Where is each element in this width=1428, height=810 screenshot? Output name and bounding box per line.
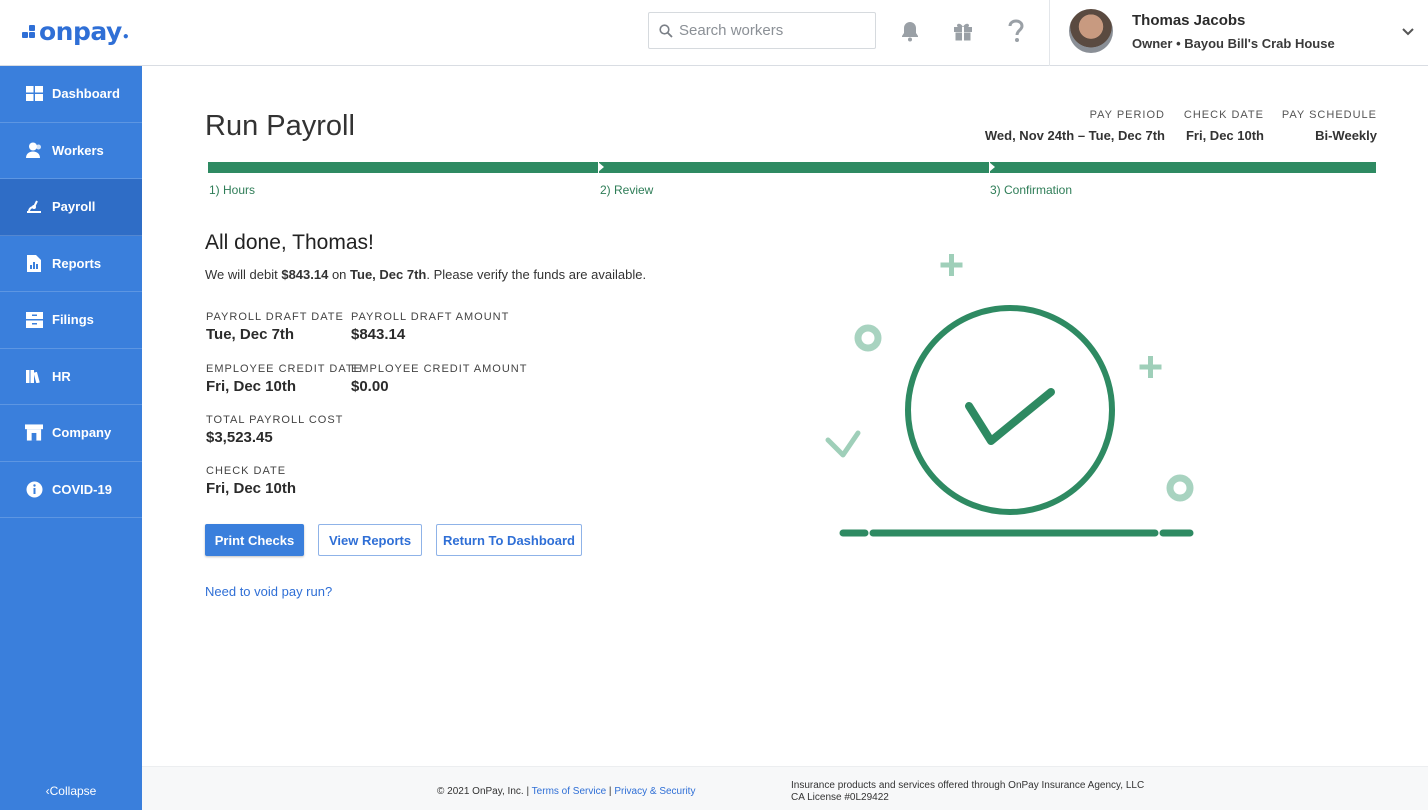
- workers-icon: [25, 141, 43, 159]
- print-checks-button[interactable]: Print Checks: [205, 524, 304, 556]
- collapse-label: Collapse: [49, 784, 97, 798]
- check-date-label: CHECK DATE: [1183, 109, 1264, 121]
- terms-of-service-link[interactable]: Terms of Service: [532, 786, 606, 797]
- sidebar-item-label: COVID-19: [52, 481, 112, 497]
- payroll-draft-date: PAYROLL DRAFT DATE Tue, Dec 7th: [206, 311, 344, 343]
- main-content: Run Payroll PAY PERIOD Wed, Nov 24th – T…: [142, 66, 1428, 766]
- sidebar-item-label: Reports: [52, 255, 102, 271]
- payroll-draft-amount: PAYROLL DRAFT AMOUNT $843.14: [351, 311, 510, 343]
- check-date-value: Fri, Dec 10th: [1185, 128, 1264, 143]
- footer-copyright: © 2021 OnPay, Inc. | Terms of Service | …: [437, 786, 696, 797]
- employee-credit-amount: EMPLOYEE CREDIT AMOUNT $0.00: [351, 363, 528, 395]
- pay-schedule-label: PAY SCHEDULE: [1281, 109, 1377, 121]
- void-pay-run-link[interactable]: Need to void pay run?: [205, 584, 332, 599]
- step-separator: [598, 162, 604, 172]
- search-box[interactable]: [648, 12, 876, 49]
- avatar[interactable]: [1069, 9, 1113, 53]
- progress-stepper: [208, 162, 1376, 173]
- collapse-button[interactable]: ‹Collapse: [0, 784, 142, 798]
- check-icon: [965, 388, 1055, 445]
- step-label-confirmation: 3) Confirmation: [990, 183, 1073, 197]
- pay-period-value: Wed, Nov 24th – Tue, Dec 7th: [984, 128, 1165, 143]
- sidebar-item-filings[interactable]: Filings: [0, 292, 142, 349]
- debit-amount: $843.14: [281, 267, 329, 282]
- employee-credit-date: EMPLOYEE CREDIT DATE Fri, Dec 10th: [206, 363, 362, 395]
- hr-icon: [25, 367, 43, 385]
- bell-icon[interactable]: [897, 18, 923, 44]
- search-input[interactable]: [679, 22, 859, 39]
- filings-icon: [25, 311, 43, 329]
- view-reports-button[interactable]: View Reports: [318, 524, 422, 556]
- sidebar: Dashboard Workers Payroll Reports Filing…: [0, 66, 142, 810]
- check-date-field: CHECK DATE Fri, Dec 10th: [206, 465, 297, 497]
- reports-icon: [25, 254, 43, 272]
- progress-step-review: [599, 162, 989, 173]
- search-icon: [659, 23, 673, 38]
- pay-period-block: PAY PERIOD Wed, Nov 24th – Tue, Dec 7th: [985, 109, 1165, 143]
- payroll-icon: [25, 198, 43, 216]
- check-date-block: CHECK DATE Fri, Dec 10th: [1184, 109, 1264, 143]
- ring-decoration: [1166, 474, 1194, 502]
- user-name: Thomas Jacobs: [1132, 12, 1246, 29]
- small-check-icon: [825, 430, 861, 458]
- header-divider: [1049, 0, 1050, 66]
- plus-icon: [940, 254, 963, 276]
- page-title: Run Payroll: [205, 110, 355, 142]
- top-header: onpay ● Thomas Jacobs Owner • Bayou Bill…: [0, 0, 1428, 66]
- step-separator: [989, 162, 995, 172]
- sidebar-item-workers[interactable]: Workers: [0, 123, 142, 179]
- logo-dot: ●: [122, 31, 129, 42]
- footer: © 2021 OnPay, Inc. | Terms of Service | …: [142, 766, 1428, 810]
- debit-date: Tue, Dec 7th: [350, 267, 427, 282]
- sidebar-item-hr[interactable]: HR: [0, 349, 142, 405]
- company-icon: [25, 424, 43, 442]
- total-payroll-cost: TOTAL PAYROLL COST $3,523.45: [206, 414, 344, 446]
- insurance-disclaimer: Insurance products and services offered …: [791, 780, 1145, 803]
- sidebar-item-payroll[interactable]: Payroll: [0, 179, 142, 236]
- pay-schedule-block: PAY SCHEDULE Bi-Weekly: [1282, 109, 1377, 143]
- sidebar-item-label: Filings: [52, 312, 94, 328]
- sidebar-item-reports[interactable]: Reports: [0, 236, 142, 292]
- sidebar-item-label: Company: [52, 425, 112, 441]
- check-circle: [905, 305, 1115, 515]
- step-label-review: 2) Review: [600, 183, 654, 197]
- sidebar-item-company[interactable]: Company: [0, 405, 142, 462]
- chevron-down-icon[interactable]: [1398, 22, 1418, 42]
- info-icon: [25, 480, 43, 498]
- help-icon[interactable]: [1003, 18, 1029, 44]
- ring-decoration: [854, 324, 882, 352]
- done-heading: All done, Thomas!: [205, 231, 374, 254]
- logo-mark-icon: [22, 24, 36, 39]
- debit-message: We will debit $843.14 on Tue, Dec 7th. P…: [205, 267, 647, 282]
- sidebar-item-label: Workers: [52, 142, 104, 158]
- privacy-security-link[interactable]: Privacy & Security: [614, 786, 695, 797]
- progress-step-hours: [208, 162, 598, 173]
- pay-schedule-value: Bi-Weekly: [1315, 128, 1377, 143]
- success-checkmark-illustration: [825, 254, 1194, 537]
- dashboard-icon: [25, 85, 43, 103]
- sidebar-item-label: HR: [52, 368, 71, 384]
- sidebar-item-dashboard[interactable]: Dashboard: [0, 66, 142, 123]
- user-role: Owner • Bayou Bill's Crab House: [1132, 36, 1335, 51]
- sidebar-item-label: Dashboard: [52, 86, 120, 102]
- pay-period-label: PAY PERIOD: [1089, 109, 1165, 121]
- return-to-dashboard-button[interactable]: Return To Dashboard: [436, 524, 582, 556]
- logo-wordmark: onpay: [39, 17, 122, 46]
- gift-icon[interactable]: [950, 18, 976, 44]
- onpay-logo[interactable]: onpay ●: [22, 17, 129, 46]
- plus-icon: [1139, 356, 1162, 378]
- progress-step-confirmation: [990, 162, 1376, 173]
- sidebar-item-label: Payroll: [52, 199, 96, 215]
- step-label-hours: 1) Hours: [209, 183, 256, 197]
- sidebar-item-covid-19[interactable]: COVID-19: [0, 462, 142, 518]
